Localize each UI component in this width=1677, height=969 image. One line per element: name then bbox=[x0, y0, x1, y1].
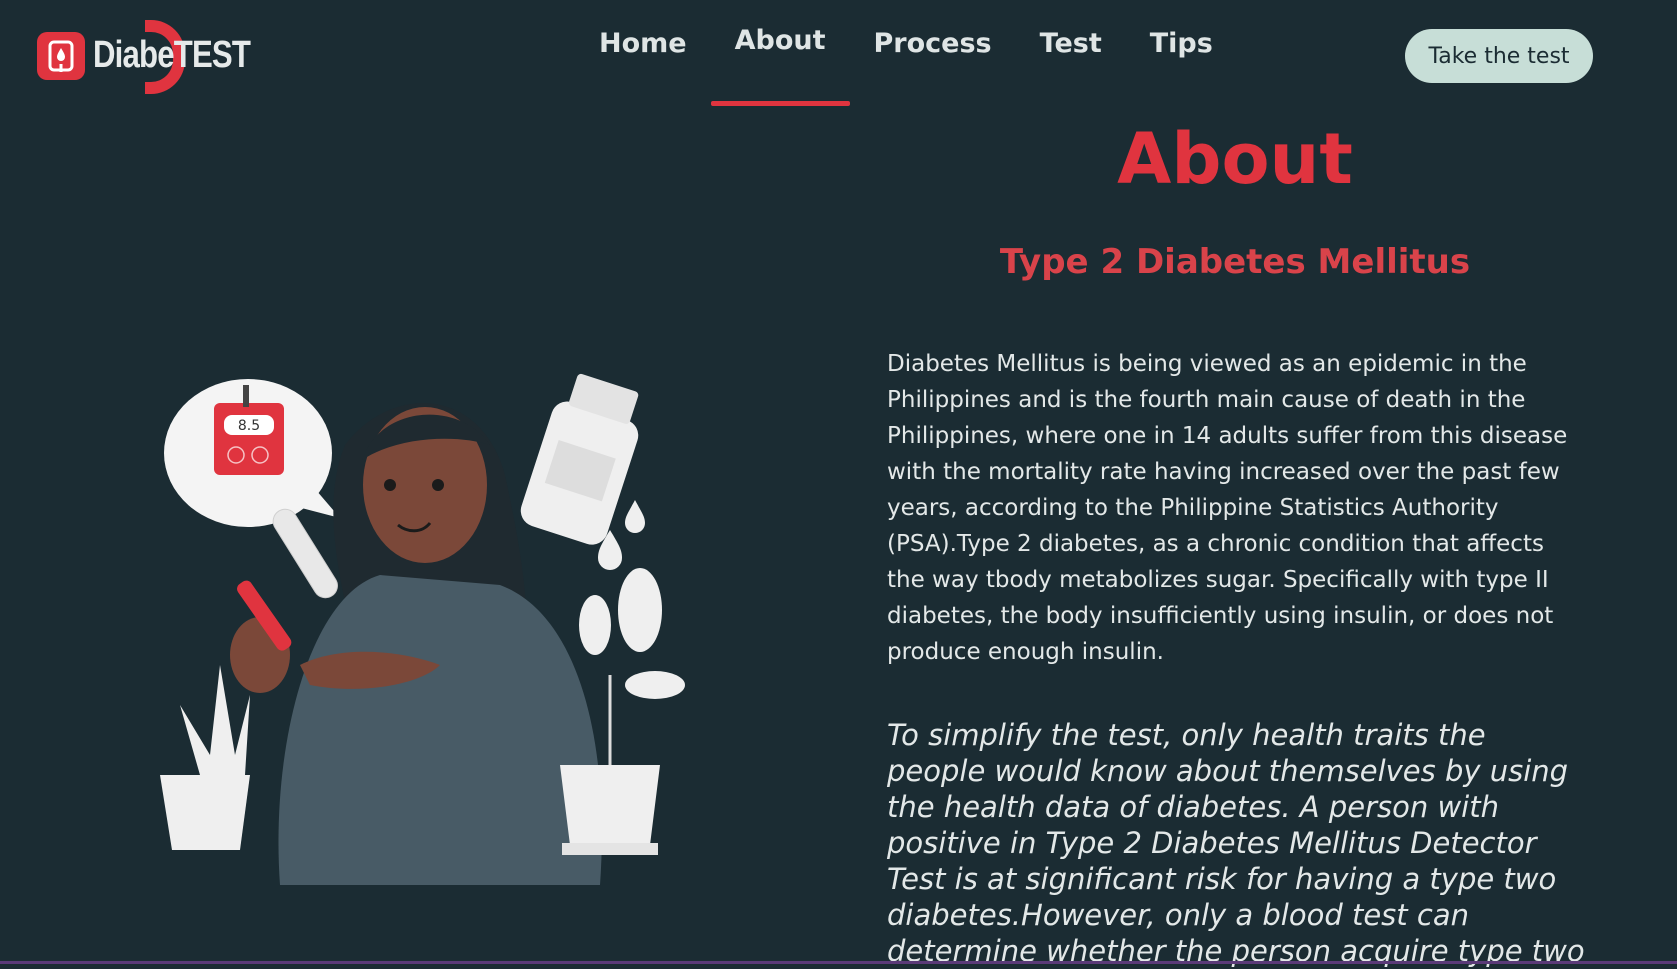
header: DiabeTEST Home About Process Test Tips T… bbox=[0, 0, 1677, 110]
brand-logo[interactable]: DiabeTEST bbox=[37, 20, 251, 96]
logo-text: DiabeTEST bbox=[93, 34, 251, 76]
main-nav: Home About Process Test Tips bbox=[575, 22, 1237, 106]
nav-tips[interactable]: Tips bbox=[1126, 22, 1237, 104]
nav-home[interactable]: Home bbox=[575, 22, 711, 104]
nav-test[interactable]: Test bbox=[1016, 22, 1126, 104]
take-test-button[interactable]: Take the test bbox=[1405, 29, 1593, 83]
glucose-meter-logo-icon bbox=[37, 32, 85, 80]
meter-reading: 8.5 bbox=[238, 418, 260, 434]
left-plant-icon bbox=[160, 665, 250, 850]
about-paragraph-italic: To simplify the test, only health traits… bbox=[887, 718, 1585, 968]
nav-about[interactable]: About bbox=[710, 22, 850, 106]
speech-bubble-icon: 8.5 bbox=[164, 379, 340, 527]
nav-process[interactable]: Process bbox=[850, 22, 1016, 104]
page-subtitle: Type 2 Diabetes Mellitus bbox=[999, 242, 1471, 282]
page-title: About bbox=[1117, 118, 1353, 200]
diabetes-test-illustration: 8.5 bbox=[140, 365, 740, 885]
about-paragraph: Diabetes Mellitus is being viewed as an … bbox=[887, 351, 1568, 665]
